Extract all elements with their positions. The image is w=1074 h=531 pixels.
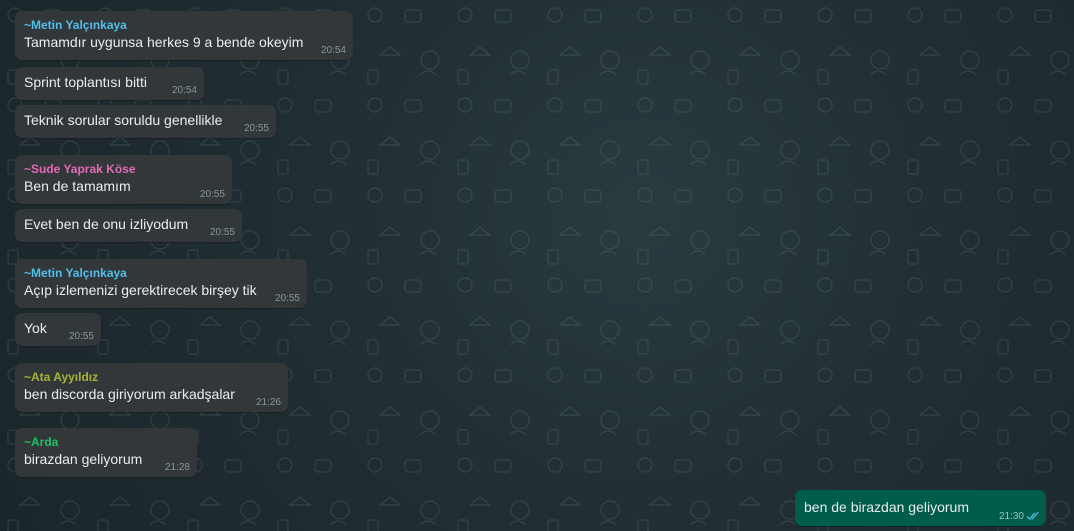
message-time: 20:55: [199, 189, 225, 200]
message-text: Ben de tamamım: [24, 178, 131, 194]
sender-name[interactable]: ~Metin Yalçınkaya: [24, 18, 345, 33]
message-bubble[interactable]: ~Ata Ayyıldız ben discorda giriyorum ark…: [15, 363, 288, 412]
chat-area: ~Metin Yalçınkaya Tamamdır uygunsa herke…: [0, 0, 1074, 531]
message-time: 20:54: [171, 85, 197, 96]
sender-name[interactable]: ~Ata Ayyıldız: [24, 370, 280, 385]
message-time: 20:54: [320, 45, 346, 56]
message-time: 20:55: [209, 227, 235, 238]
message-text: Tamamdır uygunsa herkes 9 a bende okeyim: [24, 34, 304, 50]
message-text: ben discorda giriyorum arkadşalar: [24, 386, 235, 402]
message-text: Teknik sorular soruldu genellikle: [24, 112, 223, 128]
message-text: Açıp izlemenizi gerektirecek birşey tik: [24, 282, 257, 298]
message-bubble[interactable]: ~Arda birazdan geliyorum 21:28: [15, 428, 197, 477]
message-bubble[interactable]: ~Metin Yalçınkaya Tamamdır uygunsa herke…: [15, 11, 353, 60]
double-check-read-icon: [1026, 511, 1039, 520]
outgoing-message-bubble[interactable]: ben de birazdan geliyorum 21:30: [795, 490, 1046, 526]
message-bubble[interactable]: ~Metin Yalçınkaya Açıp izlemenizi gerekt…: [15, 259, 307, 308]
message-time: 21:28: [164, 462, 190, 473]
message-bubble[interactable]: Yok 20:55: [15, 313, 101, 346]
message-bubble[interactable]: Sprint toplantısı bitti 20:54: [15, 67, 204, 100]
sender-name[interactable]: ~Sude Yaprak Köse: [24, 162, 224, 177]
message-text: Evet ben de onu izliyodum: [24, 216, 189, 232]
message-bubble[interactable]: Teknik sorular soruldu genellikle 20:55: [15, 105, 276, 138]
message-time: 20:55: [274, 293, 300, 304]
message-text: Sprint toplantısı bitti: [24, 74, 147, 90]
message-time: 20:55: [243, 123, 269, 134]
message-bubble[interactable]: ~Sude Yaprak Köse Ben de tamamım 20:55: [15, 155, 232, 204]
message-time: 20:55: [68, 331, 94, 342]
message-time: 21:26: [255, 397, 281, 408]
sender-name[interactable]: ~Metin Yalçınkaya: [24, 266, 299, 281]
message-time: 21:30: [998, 511, 1024, 522]
sender-name[interactable]: ~Arda: [24, 435, 189, 450]
message-bubble[interactable]: Evet ben de onu izliyodum 20:55: [15, 209, 242, 242]
